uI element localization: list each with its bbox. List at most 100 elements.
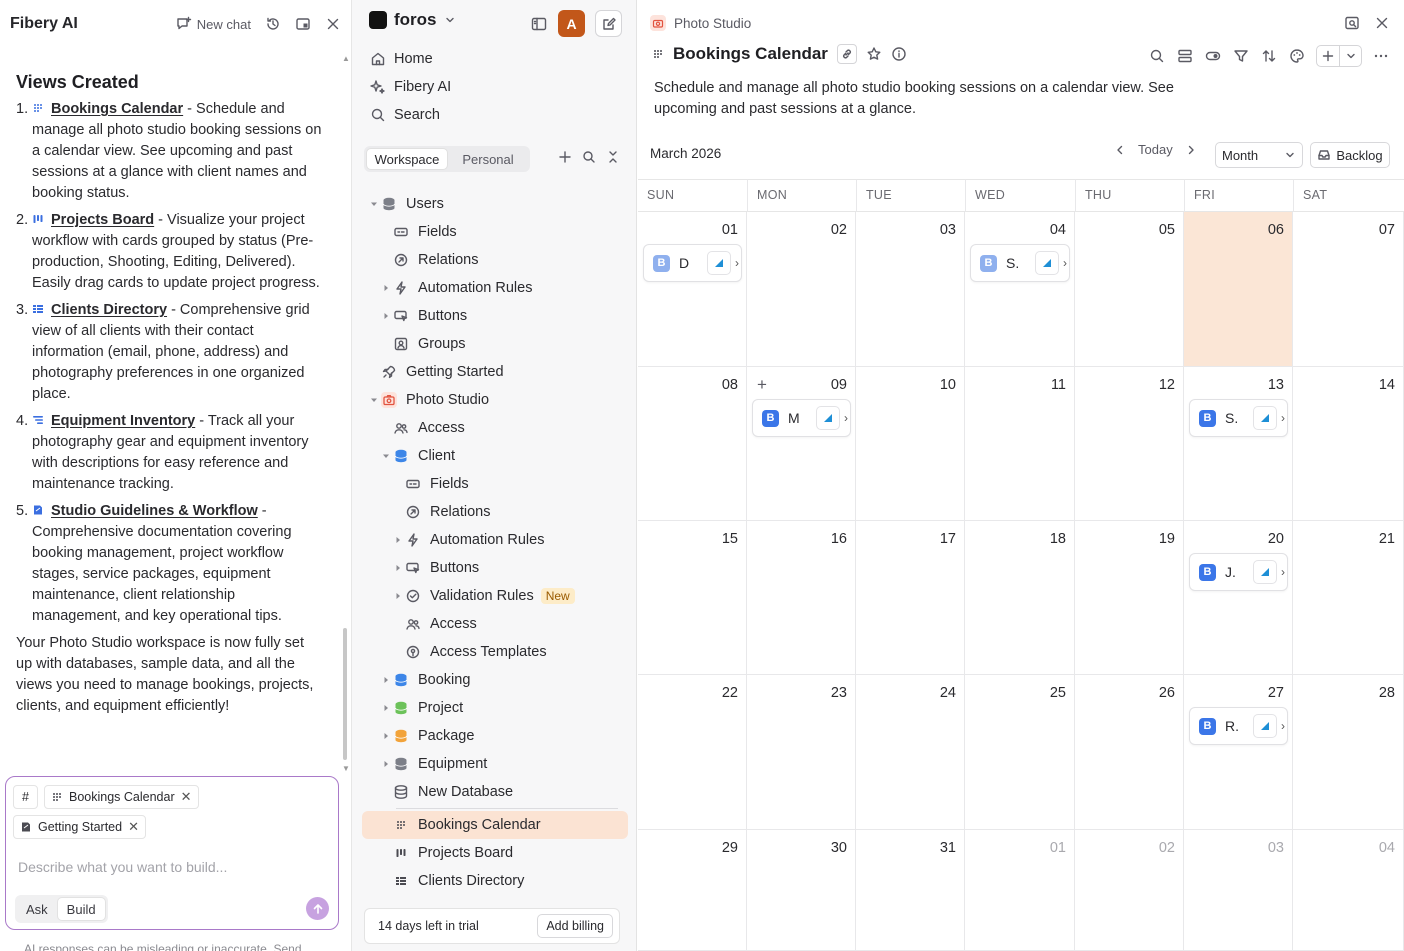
palette-icon[interactable] [1288, 47, 1306, 65]
nav-fibery-ai[interactable]: Fibery AI [362, 74, 622, 100]
calendar-day[interactable]: 03 [856, 212, 965, 367]
toggle-sidebar-icon[interactable] [530, 15, 548, 33]
tree-item[interactable]: Fields [362, 470, 628, 498]
chevron-right-icon[interactable]: › [735, 256, 739, 270]
calendar-day[interactable]: 10 [856, 367, 965, 521]
status-tag-icon[interactable] [816, 406, 840, 430]
range-select[interactable]: Month [1215, 142, 1303, 168]
tree-item[interactable]: Package [362, 722, 628, 750]
calendar-day[interactable]: 15 [638, 521, 747, 675]
view-link[interactable]: Clients Directory [51, 302, 167, 318]
calendar-day[interactable]: 30 [747, 830, 856, 951]
calendar-day[interactable]: 23 [747, 675, 856, 830]
calendar-day[interactable]: 22 [638, 675, 747, 830]
view-link[interactable]: Bookings Calendar [51, 101, 183, 117]
tree-item[interactable]: Bookings Calendar [362, 811, 628, 839]
chevron-right-icon[interactable]: › [844, 411, 848, 425]
calendar-day[interactable]: 11 [965, 367, 1075, 521]
caret-down-icon[interactable] [368, 199, 380, 209]
calendar-day[interactable]: 19 [1075, 521, 1184, 675]
tree-item[interactable]: Getting Started [362, 358, 628, 386]
calendar-day[interactable]: 29 [638, 830, 747, 951]
calendar-day[interactable]: 31 [856, 830, 965, 951]
tree-item[interactable]: Project [362, 694, 628, 722]
calendar-day[interactable]: 13 [1184, 367, 1293, 521]
tree-item[interactable]: New Database [362, 778, 628, 806]
remove-chip-icon[interactable]: ✕ [181, 789, 192, 805]
calendar-day[interactable]: 26 [1075, 675, 1184, 830]
add-entity-button[interactable] [1316, 45, 1362, 67]
tree-item[interactable]: Buttons [362, 554, 628, 582]
info-icon[interactable] [891, 46, 907, 62]
calendar-day[interactable]: 14 [1293, 367, 1404, 521]
status-tag-icon[interactable] [1253, 560, 1277, 584]
status-tag-icon[interactable] [707, 251, 731, 275]
caret-right-icon[interactable] [380, 703, 392, 713]
calendar-day[interactable]: 03 [1184, 830, 1293, 951]
nav-search[interactable]: Search [362, 102, 622, 128]
calendar-day[interactable]: 17 [856, 521, 965, 675]
compose-button[interactable] [595, 10, 622, 37]
caret-right-icon[interactable] [392, 591, 404, 601]
caret-down-icon[interactable] [380, 451, 392, 461]
workspace-switcher[interactable]: foros [369, 10, 456, 30]
calendar-day-today[interactable]: 06 [1184, 212, 1293, 367]
caret-right-icon[interactable] [380, 283, 392, 293]
tree-item[interactable]: Clients Directory [362, 867, 628, 895]
calendar-day[interactable]: 25 [965, 675, 1075, 830]
send-button[interactable] [306, 897, 329, 920]
status-tag-icon[interactable] [1253, 406, 1277, 430]
add-billing-button[interactable]: Add billing [537, 914, 613, 938]
chevron-down-icon[interactable] [1339, 46, 1361, 66]
calendar-day[interactable]: 08 [638, 367, 747, 521]
caret-right-icon[interactable] [380, 759, 392, 769]
calendar-day[interactable]: 28 [1293, 675, 1404, 830]
search-icon[interactable] [1148, 47, 1166, 65]
booking-event-card[interactable]: B S. › [1189, 399, 1288, 437]
tree-item[interactable]: Equipment [362, 750, 628, 778]
tree-item[interactable]: Booking [362, 666, 628, 694]
ai-scrollbar[interactable] [343, 628, 347, 760]
ask-mode-button[interactable]: Ask [17, 897, 57, 921]
add-event-icon[interactable]: + [757, 375, 767, 395]
more-icon[interactable] [1372, 47, 1390, 65]
tree-item[interactable]: Client [362, 442, 628, 470]
booking-event-card[interactable]: B D › [643, 244, 742, 282]
backlog-button[interactable]: Backlog [1310, 142, 1390, 168]
calendar-day[interactable]: 20 [1184, 521, 1293, 675]
booking-event-card[interactable]: B R. › [1189, 707, 1288, 745]
caret-right-icon[interactable] [392, 535, 404, 545]
nav-home[interactable]: Home [362, 46, 622, 72]
tab-personal[interactable]: Personal [448, 148, 528, 170]
calendar-day[interactable]: 05 [1075, 212, 1184, 367]
tree-item[interactable]: Access [362, 610, 628, 638]
calendar-day[interactable]: 18 [965, 521, 1075, 675]
view-link[interactable]: Projects Board [51, 212, 154, 228]
filter-icon[interactable] [1232, 47, 1250, 65]
caret-right-icon[interactable] [380, 675, 392, 685]
previous-month-icon[interactable] [1114, 144, 1126, 156]
avatar[interactable]: A [558, 10, 585, 37]
calendar-day[interactable]: 24 [856, 675, 965, 830]
star-icon[interactable] [866, 46, 882, 62]
link-icon[interactable] [836, 44, 857, 64]
tree-item[interactable]: Access Templates [362, 638, 628, 666]
tree-item[interactable]: Photo Studio [362, 386, 628, 414]
view-link[interactable]: Equipment Inventory [51, 413, 195, 429]
chevron-right-icon[interactable]: › [1281, 411, 1285, 425]
booking-event-card[interactable]: B M › [752, 399, 851, 437]
preview-icon[interactable] [1344, 15, 1360, 31]
history-icon[interactable] [265, 16, 281, 32]
calendar-day[interactable]: 01 [638, 212, 747, 367]
context-chip[interactable]: Bookings Calendar ✕ [44, 785, 199, 809]
scroll-down-icon[interactable]: ▼ [342, 764, 350, 773]
tree-item[interactable]: Automation Rules [362, 274, 628, 302]
calendar-day[interactable]: 21 [1293, 521, 1404, 675]
calendar-day[interactable]: 02 [1075, 830, 1184, 951]
calendar-day[interactable]: 07 [1293, 212, 1404, 367]
context-chip[interactable]: Getting Started ✕ [13, 815, 146, 839]
sort-icon[interactable] [1260, 47, 1278, 65]
close-icon[interactable] [1374, 15, 1390, 31]
booking-event-card[interactable]: B J. › [1189, 553, 1288, 591]
calendar-day[interactable]: 01 [965, 830, 1075, 951]
